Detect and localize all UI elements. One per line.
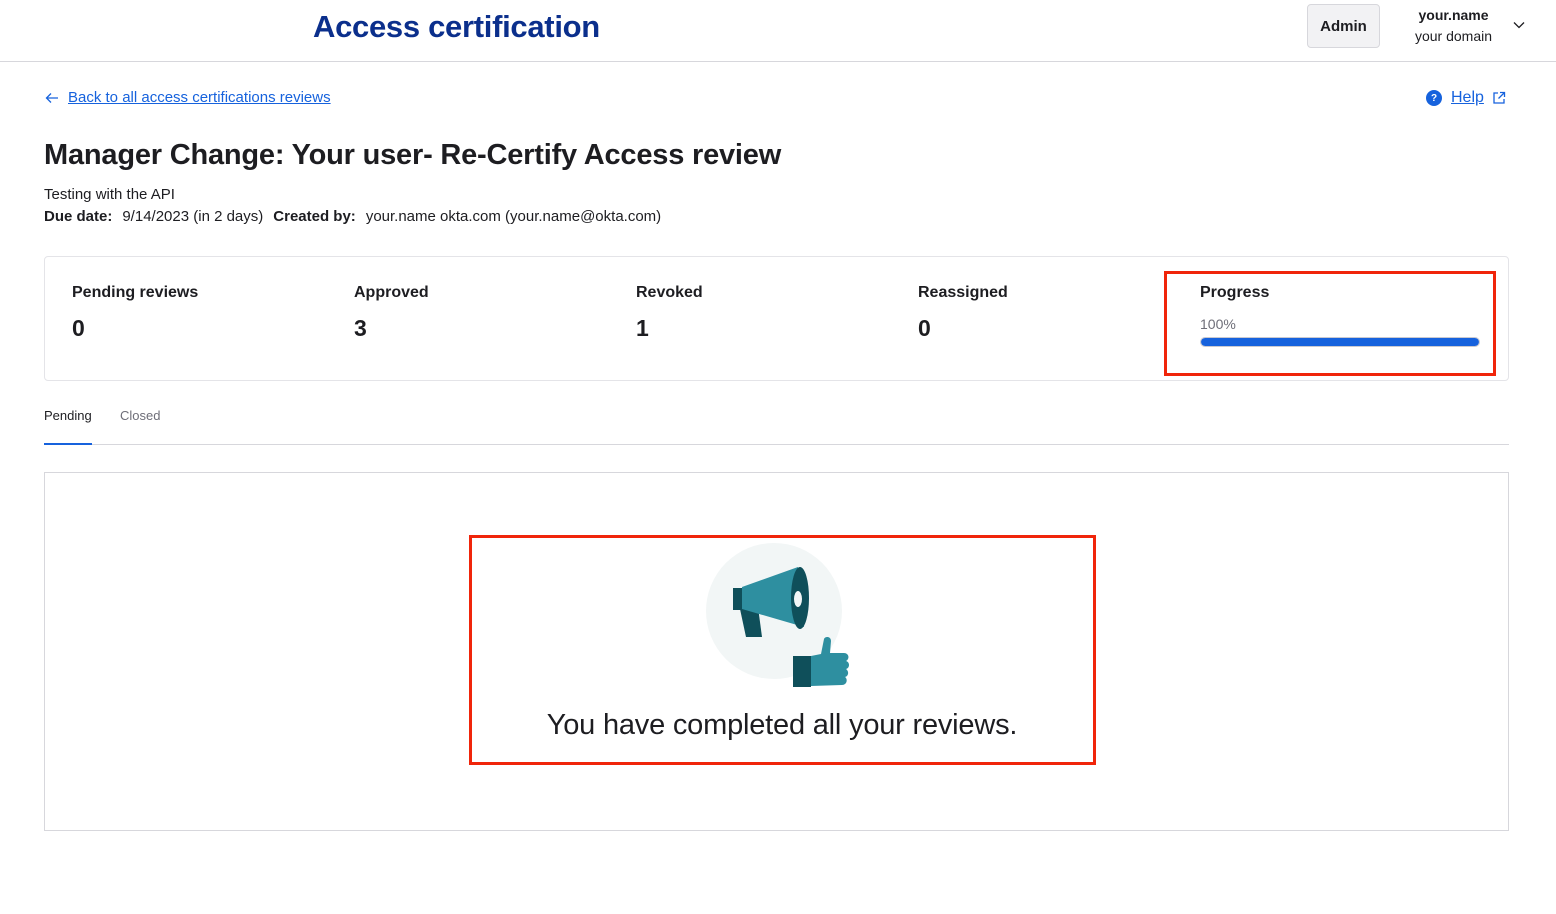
tab-pending[interactable]: Pending [44, 408, 92, 445]
help-icon: ? [1426, 90, 1442, 106]
stat-approved: Approved 3 [354, 284, 429, 342]
top-bar: Access certification Admin your.name you… [0, 0, 1556, 62]
user-domain: your domain [1414, 28, 1493, 44]
stat-pending: Pending reviews 0 [72, 284, 198, 342]
review-stats-card: Pending reviews 0 Approved 3 Revoked 1 R… [44, 256, 1509, 381]
due-date-label: Due date: [44, 208, 113, 225]
app-title: Access certification [313, 9, 600, 44]
progress-bar-fill [1201, 338, 1479, 346]
stat-progress: Progress 100% [1200, 284, 1482, 347]
stat-value: 0 [72, 315, 85, 341]
stat-reassigned: Reassigned 0 [918, 284, 1008, 342]
user-name: your.name [1418, 7, 1489, 23]
stat-value: 0 [918, 315, 931, 341]
admin-button[interactable]: Admin [1307, 4, 1380, 48]
stat-value: 3 [354, 315, 367, 341]
due-date-value: 9/14/2023 (in 2 days) [122, 208, 264, 225]
back-link-label[interactable]: Back to all access certifications review… [68, 89, 331, 106]
created-by-value: your.name okta.com (your.name@okta.com) [365, 208, 662, 225]
arrow-left-icon [45, 92, 58, 103]
stat-label: Pending reviews [72, 284, 199, 301]
user-menu[interactable]: your.name your domain [1396, 6, 1536, 48]
stat-value: 1 [636, 315, 649, 341]
help-link[interactable]: ? Help [1426, 89, 1506, 107]
review-meta: Due date: 9/14/2023 (in 2 days) Created by… [44, 208, 661, 225]
stat-label: Progress [1200, 284, 1270, 301]
review-description: Testing with the API [44, 186, 175, 203]
review-tabs: Pending Closed [44, 396, 1509, 445]
help-label[interactable]: Help [1451, 89, 1484, 107]
back-to-reviews-link[interactable]: Back to all access certifications review… [44, 89, 331, 106]
external-link-icon [1493, 91, 1506, 104]
chevron-down-icon [1513, 22, 1525, 29]
stat-label: Approved [354, 284, 429, 301]
empty-state-message: You have completed all your reviews. [546, 709, 1018, 741]
stat-label: Revoked [636, 284, 703, 301]
stat-label: Reassigned [918, 284, 1008, 301]
progress-bar [1200, 337, 1480, 347]
tab-closed[interactable]: Closed [120, 408, 160, 437]
created-by-label: Created by: [273, 208, 356, 225]
megaphone-thumbs-up-icon [706, 543, 849, 687]
stat-revoked: Revoked 1 [636, 284, 703, 342]
progress-percent: 100% [1200, 316, 1236, 332]
page-title: Manager Change: Your user- Re-Certify Ac… [44, 139, 782, 171]
